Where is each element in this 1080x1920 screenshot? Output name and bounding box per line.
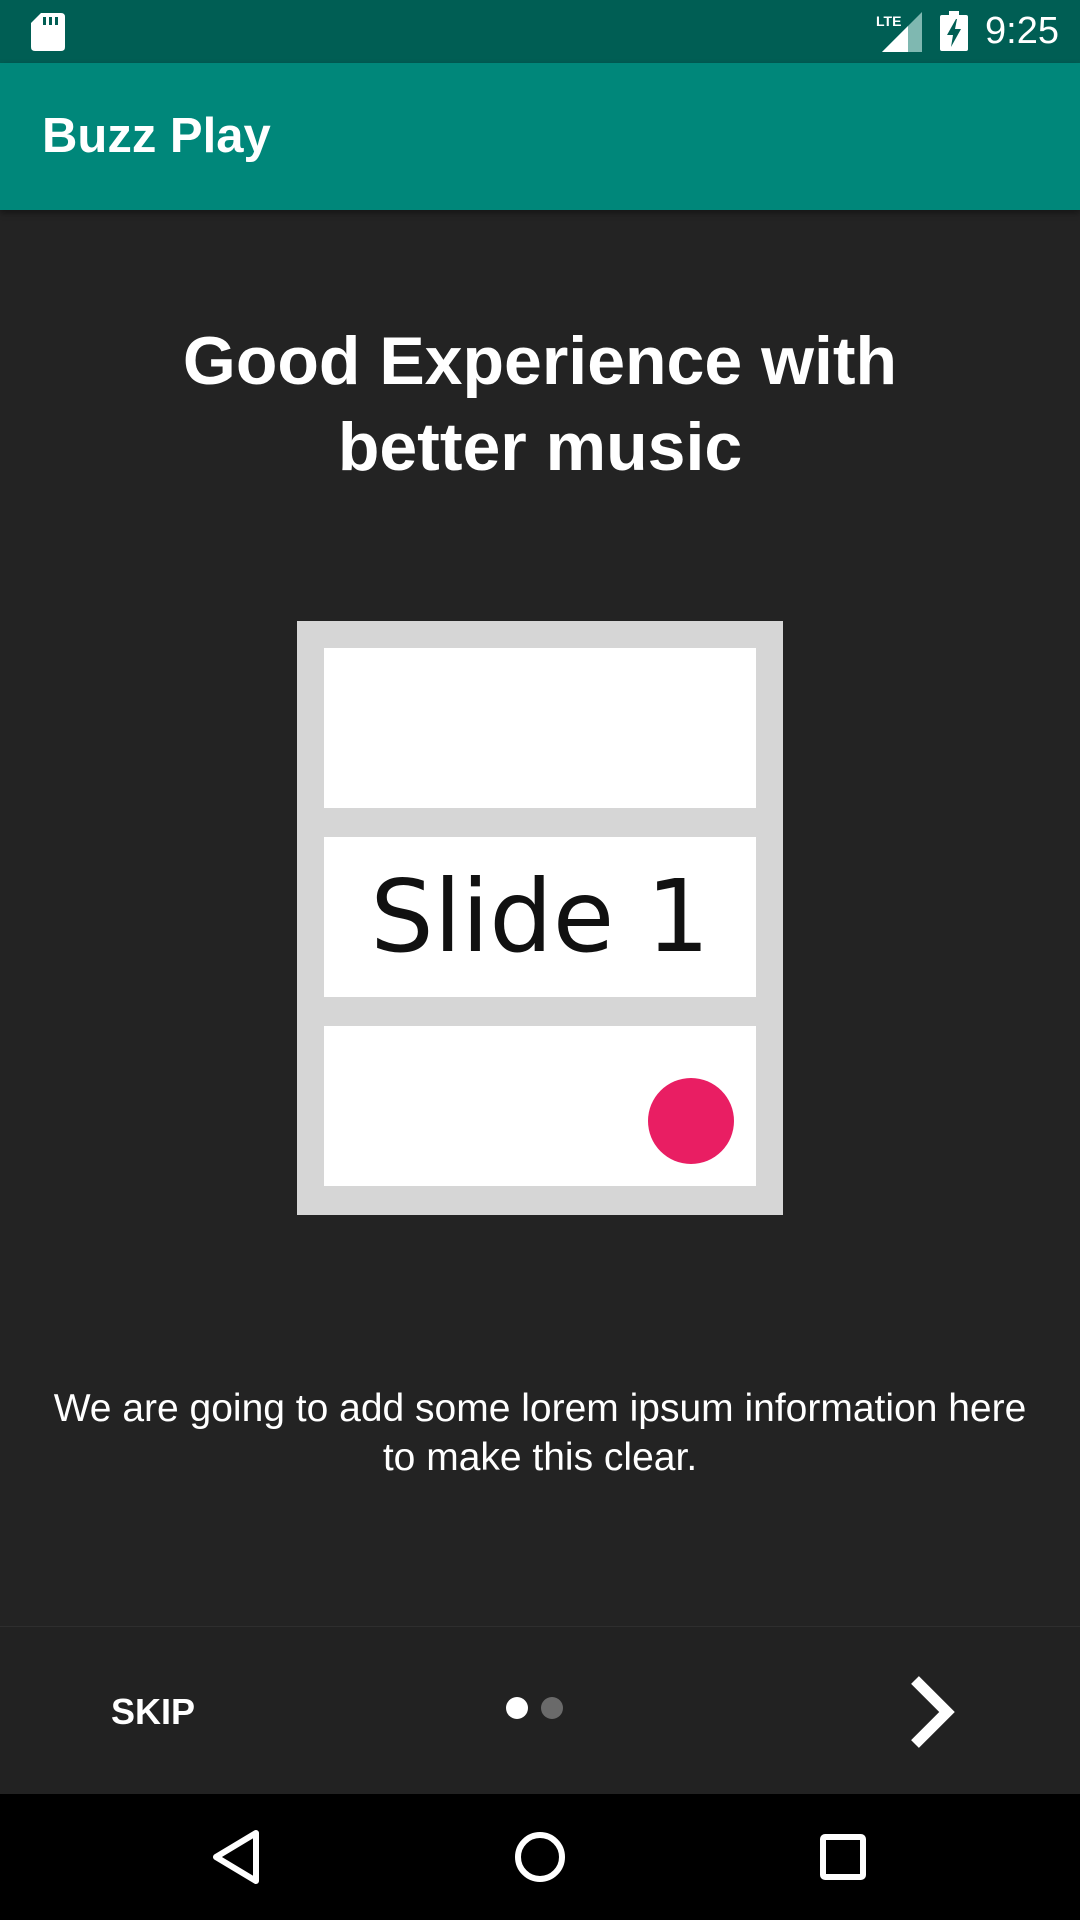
slide-card-top: [324, 648, 756, 808]
skip-button[interactable]: SKIP: [78, 1667, 228, 1757]
sd-card-icon: [31, 13, 65, 51]
slide-card-middle: Slide 1: [324, 837, 756, 997]
slide-label: Slide 1: [370, 858, 710, 975]
chevron-right-icon[interactable]: [885, 1662, 985, 1762]
app-title: Buzz Play: [42, 109, 271, 163]
page-indicator-dot-1: [506, 1697, 528, 1719]
slide-illustration: Slide 1: [297, 621, 783, 1215]
screen: LTE 9:25 Buzz Play Good Experience with …: [0, 0, 1080, 1920]
intro-description: We are going to add some lorem ipsum inf…: [53, 1387, 1027, 1479]
battery-charging-icon: [940, 11, 968, 51]
back-triangle-icon[interactable]: [196, 1817, 276, 1897]
intro-controls: SKIP: [0, 1627, 1080, 1794]
navigation-bar: [0, 1794, 1080, 1920]
status-bar: LTE 9:25: [0, 0, 1080, 63]
pink-dot-icon: [648, 1078, 734, 1164]
app-bar: Buzz Play: [0, 63, 1080, 210]
slide-card-bottom: [324, 1026, 756, 1186]
recents-square-icon[interactable]: [803, 1817, 883, 1897]
lte-label: LTE: [876, 13, 901, 29]
lte-signal-icon: LTE: [876, 12, 922, 52]
page-indicator-dot-2: [541, 1697, 563, 1719]
status-clock: 9:25: [985, 10, 1059, 52]
intro-headline: Good Experience with better music: [182, 323, 898, 485]
home-circle-icon[interactable]: [500, 1817, 580, 1897]
